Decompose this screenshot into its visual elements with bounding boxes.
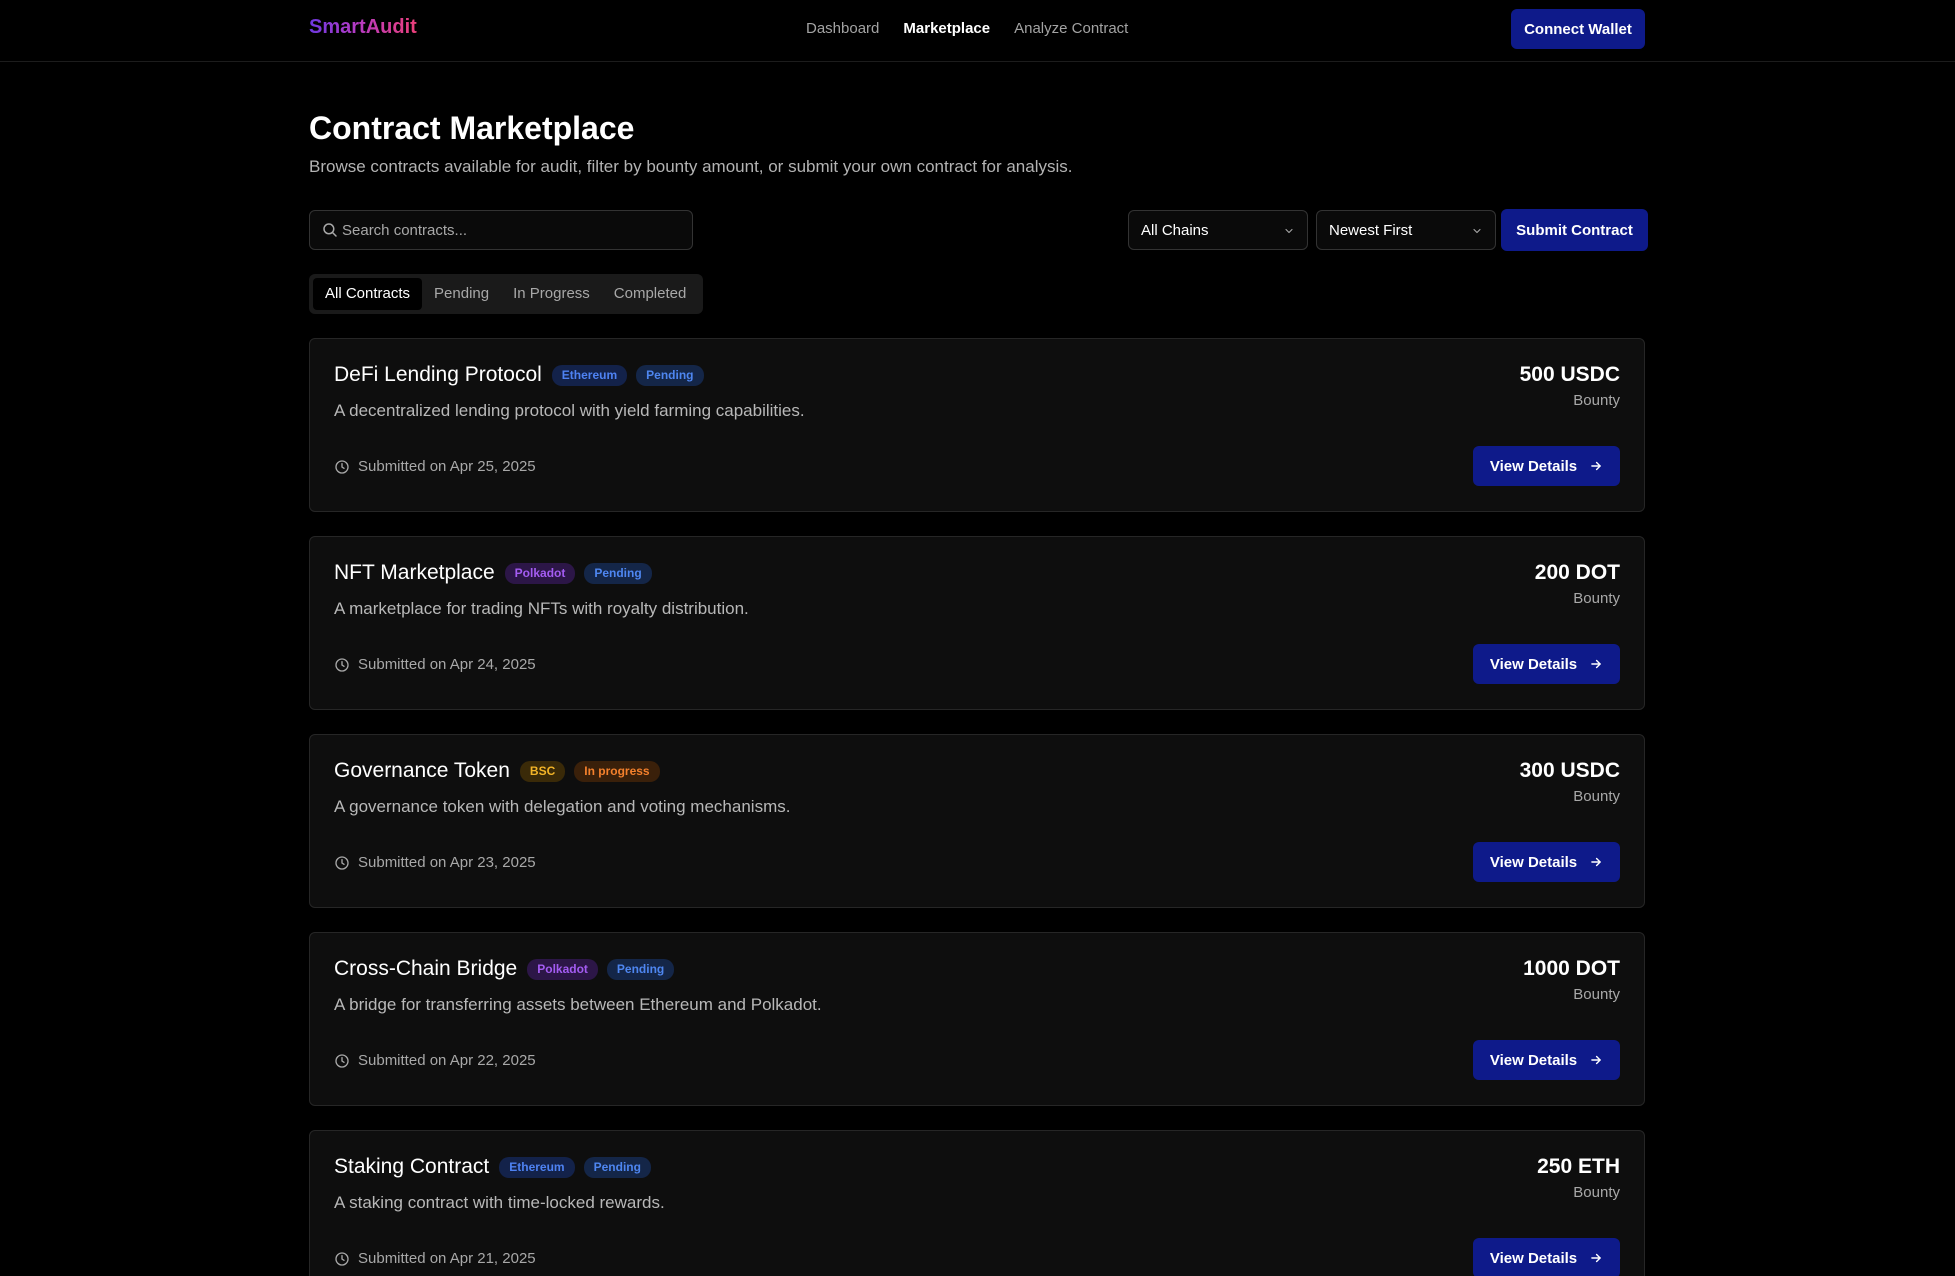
submit-contract-button[interactable]: Submit Contract [1501, 209, 1648, 251]
sort-select-value: Newest First [1329, 222, 1413, 239]
submitted-date: Submitted on Apr 25, 2025 [334, 458, 536, 475]
bounty-amount: 1000 DOT [1523, 957, 1620, 980]
chain-badge: Polkadot [504, 562, 576, 584]
status-badge: Pending [606, 958, 675, 980]
submitted-date-text: Submitted on Apr 22, 2025 [358, 1052, 536, 1069]
submitted-date-text: Submitted on Apr 25, 2025 [358, 458, 536, 475]
submitted-date-text: Submitted on Apr 24, 2025 [358, 656, 536, 673]
status-tabs: All Contracts Pending In Progress Comple… [309, 274, 703, 314]
card-title-row: Governance Token BSC In progress [334, 759, 660, 783]
page-subtitle: Browse contracts available for audit, fi… [309, 157, 1073, 176]
sort-select[interactable]: Newest First [1316, 210, 1496, 250]
bounty-amount: 300 USDC [1519, 759, 1620, 782]
card-title-row: Cross-Chain Bridge Polkadot Pending [334, 957, 675, 981]
submitted-date-text: Submitted on Apr 21, 2025 [358, 1250, 536, 1267]
chevron-down-icon [1285, 228, 1293, 234]
nav-link-dashboard[interactable]: Dashboard [806, 20, 879, 37]
nav-links: Dashboard Marketplace Analyze Contract [806, 20, 1128, 37]
connect-wallet-button[interactable]: Connect Wallet [1511, 9, 1645, 49]
contract-card: DeFi Lending Protocol Ethereum Pending A… [309, 338, 1645, 512]
view-details-button[interactable]: View Details [1473, 842, 1620, 882]
arrow-right-icon [1591, 461, 1601, 471]
bounty-label: Bounty [1573, 1184, 1620, 1201]
chevron-down-icon [1473, 228, 1481, 234]
navbar: SmartAudit Dashboard Marketplace Analyze… [0, 0, 1955, 62]
card-title-row: DeFi Lending Protocol Ethereum Pending [334, 363, 704, 387]
bounty-amount: 200 DOT [1534, 561, 1620, 584]
tab-all-contracts[interactable]: All Contracts [313, 278, 423, 310]
clock-icon [335, 855, 349, 870]
contract-card: Cross-Chain Bridge Polkadot Pending A br… [309, 932, 1645, 1106]
chain-badge: BSC [519, 760, 566, 782]
contract-card: Staking Contract Ethereum Pending A stak… [309, 1130, 1645, 1276]
clock-icon [335, 1251, 349, 1266]
chain-badge: Ethereum [551, 364, 628, 386]
clock-icon [335, 657, 349, 672]
status-badge: Pending [584, 562, 652, 584]
view-details-label: View Details [1489, 457, 1578, 475]
contract-title: Cross-Chain Bridge [334, 957, 518, 980]
view-details-label: View Details [1489, 853, 1578, 871]
contract-description: A decentralized lending protocol with yi… [334, 401, 805, 420]
bounty-label: Bounty [1573, 986, 1620, 1003]
arrow-right-icon [1591, 857, 1601, 867]
contract-title: Governance Token [334, 759, 510, 782]
view-details-label: View Details [1489, 655, 1578, 673]
status-badge: Pending [636, 364, 704, 386]
contract-description: A staking contract with time-locked rewa… [334, 1193, 665, 1212]
card-title-row: NFT Marketplace Polkadot Pending [334, 561, 652, 585]
contract-title: DeFi Lending Protocol [334, 363, 542, 386]
search-input[interactable] [342, 211, 682, 249]
chain-badge: Polkadot [527, 958, 598, 980]
nav-link-marketplace[interactable]: Marketplace [903, 20, 990, 37]
arrow-right-icon [1591, 659, 1601, 669]
bounty-amount: 250 ETH [1537, 1155, 1620, 1178]
search-icon [323, 223, 337, 237]
chain-select[interactable]: All Chains [1128, 210, 1308, 250]
submitted-date: Submitted on Apr 21, 2025 [334, 1250, 536, 1267]
logo[interactable]: SmartAudit [309, 16, 417, 39]
contract-card: NFT Marketplace Polkadot Pending A marke… [309, 536, 1645, 710]
submitted-date-text: Submitted on Apr 23, 2025 [358, 854, 536, 871]
view-details-button[interactable]: View Details [1473, 1238, 1620, 1276]
view-details-button[interactable]: View Details [1473, 1040, 1620, 1080]
arrow-right-icon [1591, 1055, 1601, 1065]
page-title: Contract Marketplace [309, 110, 635, 146]
contract-card: Governance Token BSC In progress A gover… [309, 734, 1645, 908]
view-details-button[interactable]: View Details [1473, 446, 1620, 486]
contract-description: A bridge for transferring assets between… [334, 995, 822, 1014]
bounty-label: Bounty [1573, 392, 1620, 409]
status-badge: In progress [574, 760, 660, 782]
bounty-amount: 500 USDC [1519, 363, 1620, 386]
view-details-label: View Details [1489, 1051, 1578, 1069]
contract-title: Staking Contract [334, 1155, 490, 1178]
bounty-label: Bounty [1573, 590, 1620, 607]
nav-link-analyze-contract[interactable]: Analyze Contract [1014, 20, 1128, 37]
tab-pending[interactable]: Pending [422, 278, 501, 310]
contract-description: A governance token with delegation and v… [334, 797, 791, 816]
tab-completed[interactable]: Completed [602, 278, 699, 310]
search-box[interactable] [309, 210, 693, 250]
view-details-label: View Details [1489, 1249, 1578, 1267]
tab-in-progress[interactable]: In Progress [501, 278, 602, 310]
submitted-date: Submitted on Apr 24, 2025 [334, 656, 536, 673]
submitted-date: Submitted on Apr 22, 2025 [334, 1052, 536, 1069]
bounty-label: Bounty [1573, 788, 1620, 805]
view-details-button[interactable]: View Details [1473, 644, 1620, 684]
arrow-right-icon [1591, 1253, 1601, 1263]
clock-icon [335, 459, 349, 474]
chain-select-value: All Chains [1141, 222, 1209, 239]
card-title-row: Staking Contract Ethereum Pending [334, 1155, 651, 1179]
contract-description: A marketplace for trading NFTs with roya… [334, 599, 749, 618]
submitted-date: Submitted on Apr 23, 2025 [334, 854, 536, 871]
contract-title: NFT Marketplace [334, 561, 495, 584]
chain-badge: Ethereum [499, 1156, 575, 1178]
clock-icon [335, 1053, 349, 1068]
status-badge: Pending [583, 1156, 651, 1178]
